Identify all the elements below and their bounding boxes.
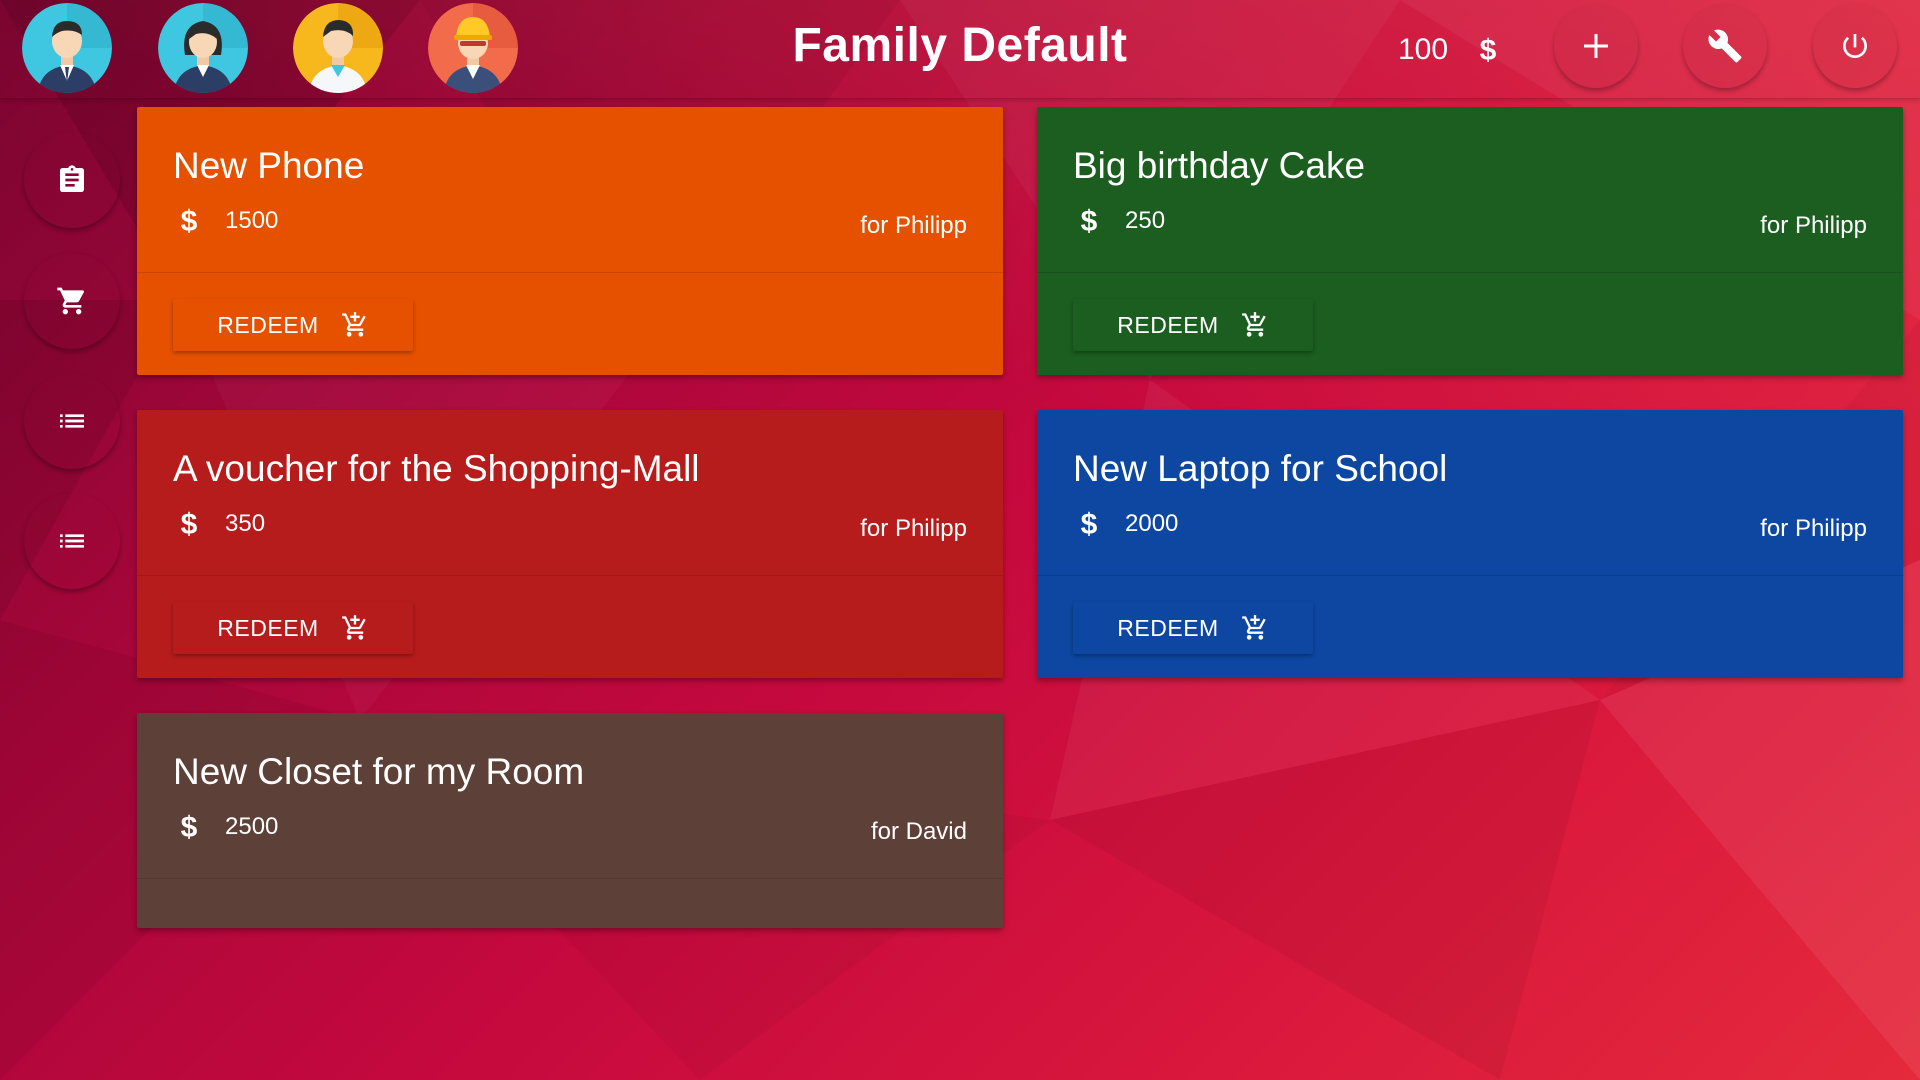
card-divider xyxy=(1037,272,1903,273)
dollar-icon: $ xyxy=(181,205,198,237)
power-button[interactable] xyxy=(1813,4,1897,88)
reward-card: New Closet for my Room $ 2500 for David xyxy=(137,713,1003,928)
cart-icon xyxy=(57,287,85,315)
reward-title: New Phone xyxy=(173,145,365,186)
reward-card-header: A voucher for the Shopping-Mall $ 350 fo… xyxy=(137,410,1003,575)
reward-price: $ 350 xyxy=(179,508,265,540)
card-divider xyxy=(137,272,1003,273)
sidebar-rewards-button[interactable] xyxy=(24,253,120,349)
add-to-cart-icon xyxy=(1241,615,1266,640)
add-to-cart-icon xyxy=(341,615,366,640)
reward-price-amount: 1500 xyxy=(225,207,279,234)
man-suit-avatar-icon xyxy=(22,3,112,93)
redeem-button-label: REDEEM xyxy=(1117,614,1219,641)
sidebar-list-button-1[interactable] xyxy=(24,373,120,469)
add-button[interactable] xyxy=(1554,4,1638,88)
reward-card-header: New Closet for my Room $ 2500 for David xyxy=(137,713,1003,878)
reward-card-header: Big birthday Cake $ 250 for Philipp xyxy=(1037,107,1903,272)
redeem-button[interactable]: REDEEM xyxy=(173,602,413,654)
svg-text:$: $ xyxy=(181,811,198,843)
clipboard-icon xyxy=(60,165,84,192)
settings-button[interactable] xyxy=(1683,4,1767,88)
reward-price: $ 2000 xyxy=(1079,508,1179,540)
add-to-cart-icon xyxy=(341,312,366,337)
reward-price: $ 2500 xyxy=(179,811,279,843)
reward-title: Big birthday Cake xyxy=(1073,145,1366,186)
redeem-button[interactable]: REDEEM xyxy=(1073,299,1313,351)
dollar-icon: $ xyxy=(181,508,198,540)
reward-card: New Laptop for School $ 2000 for Philipp… xyxy=(1037,410,1903,678)
reward-price-amount: 2500 xyxy=(225,813,279,840)
add-to-cart-icon xyxy=(1241,312,1266,337)
balance-display: 100 $ xyxy=(1398,30,1498,70)
reward-owner: for Philipp xyxy=(1760,212,1867,239)
svg-text:$: $ xyxy=(1081,508,1098,540)
avatar-man-doctor[interactable] xyxy=(293,3,383,93)
reward-owner: for Philipp xyxy=(1760,515,1867,542)
dollar-icon: $ xyxy=(181,811,198,843)
woman-suit-avatar-icon xyxy=(158,3,248,93)
avatar-man-helmet[interactable] xyxy=(428,3,518,93)
reward-card: Big birthday Cake $ 250 for Philipp REDE… xyxy=(1037,107,1903,375)
svg-text:$: $ xyxy=(1480,34,1497,66)
svg-text:$: $ xyxy=(1081,205,1098,237)
reward-price-amount: 250 xyxy=(1125,207,1166,234)
reward-owner: for Philipp xyxy=(860,515,967,542)
dollar-icon: $ xyxy=(1081,508,1098,540)
reward-title: New Closet for my Room xyxy=(173,751,585,792)
wrench-icon xyxy=(1708,29,1742,63)
reward-price: $ 1500 xyxy=(179,205,279,237)
reward-card-header: New Phone $ 1500 for Philipp xyxy=(137,107,1003,272)
avatar-man-suit[interactable] xyxy=(22,3,112,93)
card-divider xyxy=(1037,575,1903,576)
list-icon xyxy=(60,414,84,428)
reward-price-amount: 350 xyxy=(225,510,266,537)
power-icon xyxy=(1843,34,1867,58)
sidebar-list-button-2[interactable] xyxy=(24,493,120,589)
reward-card-header: New Laptop for School $ 2000 for Philipp xyxy=(1037,410,1903,575)
redeem-button-label: REDEEM xyxy=(217,311,319,338)
reward-owner: for David xyxy=(870,818,967,845)
svg-text:$: $ xyxy=(181,205,198,237)
redeem-button[interactable]: REDEEM xyxy=(173,299,413,351)
man-doctor-avatar-icon xyxy=(293,3,383,93)
reward-title: New Laptop for School xyxy=(1073,448,1448,489)
dollar-icon: $ xyxy=(1081,205,1098,237)
reward-title: A voucher for the Shopping-Mall xyxy=(173,448,700,489)
svg-text:$: $ xyxy=(181,508,198,540)
avatar-woman-suit[interactable] xyxy=(158,3,248,93)
reward-card: A voucher for the Shopping-Mall $ 350 fo… xyxy=(137,410,1003,678)
plus-icon xyxy=(1584,34,1608,58)
man-helmet-avatar-icon xyxy=(428,3,518,93)
card-divider xyxy=(137,575,1003,576)
reward-price-amount: 2000 xyxy=(1125,510,1179,537)
reward-card: New Phone $ 1500 for Philipp REDEEM xyxy=(137,107,1003,375)
balance-amount: 100 xyxy=(1398,33,1449,66)
reward-owner: for Philipp xyxy=(860,212,967,239)
redeem-button[interactable]: REDEEM xyxy=(1073,602,1313,654)
card-divider xyxy=(137,878,1003,879)
sidebar-tasks-button[interactable] xyxy=(24,132,120,228)
dollar-icon: $ xyxy=(1478,34,1498,66)
redeem-button-label: REDEEM xyxy=(217,614,319,641)
list-icon xyxy=(60,534,84,548)
reward-price: $ 250 xyxy=(1079,205,1165,237)
top-bar: Family Default 100 $ xyxy=(0,0,1920,99)
redeem-button-label: REDEEM xyxy=(1117,311,1219,338)
